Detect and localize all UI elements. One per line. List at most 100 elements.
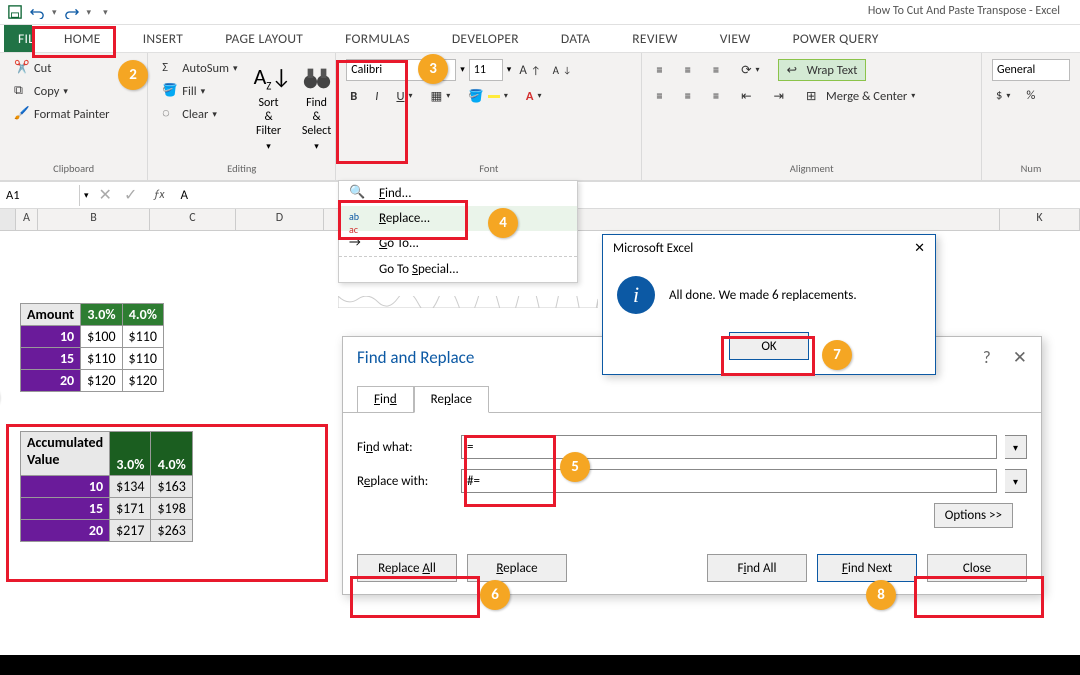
close-x-button[interactable]: ✕ bbox=[1013, 347, 1027, 368]
name-box[interactable]: A1 bbox=[0, 185, 80, 206]
tab-page-layout[interactable]: PAGE LAYOUT bbox=[215, 25, 313, 52]
col-b[interactable]: B bbox=[38, 209, 150, 230]
menu-goto-special[interactable]: Go To Special... bbox=[339, 256, 577, 282]
tab-find-dialog[interactable]: Find bbox=[357, 386, 414, 413]
replace-all-button[interactable]: Replace All bbox=[357, 554, 457, 582]
copy-icon: ⧉ bbox=[14, 83, 30, 99]
find-all-button[interactable]: Find All bbox=[707, 554, 807, 582]
menu-replace[interactable]: abacReplace... bbox=[339, 206, 577, 231]
group-label-number: Num bbox=[992, 159, 1070, 180]
ribbon: ✂️Cut ⧉Copy ▾ 🖌️Format Painter Clipboard… bbox=[0, 53, 1080, 181]
save-icon[interactable] bbox=[8, 5, 22, 19]
italic-button[interactable]: I bbox=[371, 88, 382, 105]
redo-icon[interactable] bbox=[65, 5, 79, 19]
fx-icon[interactable]: ƒx bbox=[143, 188, 174, 202]
group-editing: ΣAutoSum ▾ 🪣Fill ▾ ◌Clear ▾ AZ↓ Sort & F… bbox=[148, 53, 336, 180]
table2-header[interactable]: Accumulated Value bbox=[21, 432, 110, 476]
msgbox-ok-button[interactable]: OK bbox=[729, 332, 809, 360]
badge-8: 8 bbox=[866, 580, 896, 610]
bold-button[interactable]: B bbox=[346, 88, 361, 105]
group-label-font: Font bbox=[346, 159, 631, 180]
badge-7: 7 bbox=[822, 340, 852, 370]
clear-button[interactable]: ◌Clear ▾ bbox=[158, 105, 241, 123]
decrease-font-button[interactable]: A↓ bbox=[549, 59, 576, 81]
find-select-button[interactable]: Find & Select▾ bbox=[296, 59, 338, 156]
font-dropdown-icon[interactable]: ▾ bbox=[460, 59, 465, 81]
currency-button[interactable]: $ ▾ bbox=[992, 87, 1014, 104]
font-size-select[interactable] bbox=[469, 59, 503, 81]
merge-center-button[interactable]: ⊞Merge & Center ▾ bbox=[802, 87, 919, 105]
replace-with-input[interactable] bbox=[461, 469, 997, 493]
sort-filter-button[interactable]: AZ↓ Sort & Filter▾ bbox=[248, 59, 290, 156]
align-left-button[interactable]: ≡ bbox=[652, 88, 666, 105]
msgbox-close-icon[interactable]: ✕ bbox=[914, 241, 925, 256]
formula-text[interactable]: A bbox=[175, 188, 190, 203]
tab-insert[interactable]: INSERT bbox=[133, 25, 194, 52]
table2-pct1[interactable]: 3.0% bbox=[110, 432, 151, 476]
decrease-indent-button[interactable]: ⇤ bbox=[737, 87, 755, 105]
sigma-icon: Σ bbox=[162, 60, 178, 76]
format-painter-button[interactable]: 🖌️Format Painter bbox=[10, 105, 137, 123]
undo-dropdown-icon[interactable]: ▾ bbox=[52, 7, 57, 18]
align-middle-button[interactable]: ≡ bbox=[681, 62, 695, 79]
copy-button[interactable]: ⧉Copy ▾ bbox=[10, 82, 137, 100]
borders-button[interactable]: ▦ ▾ bbox=[426, 87, 454, 105]
window-title: How To Cut And Paste Transpose - Excel bbox=[868, 4, 1060, 18]
find-history-dropdown[interactable]: ▾ bbox=[1005, 435, 1027, 459]
find-what-input[interactable] bbox=[461, 435, 997, 459]
size-dropdown-icon[interactable]: ▾ bbox=[507, 59, 512, 81]
col-a[interactable]: A bbox=[16, 209, 38, 230]
tab-replace-dialog[interactable]: Replace bbox=[414, 386, 489, 413]
percent-button[interactable]: % bbox=[1022, 87, 1039, 104]
autosum-button[interactable]: ΣAutoSum ▾ bbox=[158, 59, 241, 77]
options-button[interactable]: Options >> bbox=[934, 503, 1013, 528]
group-alignment: ≡ ≡ ≡ ⟳▾ ↩Wrap Text ≡ ≡ ≡ ⇤ ⇥ ⊞Merge & C… bbox=[642, 53, 982, 180]
tab-data[interactable]: DATA bbox=[551, 25, 600, 52]
align-top-button[interactable]: ≡ bbox=[652, 62, 666, 79]
tab-review[interactable]: REVIEW bbox=[622, 25, 687, 52]
tab-power-query[interactable]: POWER QUERY bbox=[783, 25, 889, 52]
table1-header[interactable]: Amount bbox=[21, 304, 81, 326]
table1-pct2[interactable]: 4.0% bbox=[122, 304, 163, 326]
fill-color-button[interactable]: 🪣 ▾ bbox=[464, 88, 512, 105]
wrap-text-button[interactable]: ↩Wrap Text bbox=[778, 59, 867, 81]
menu-find[interactable]: 🔍FFind...ind... bbox=[339, 181, 577, 206]
group-font: ▾ ▾ A↑ A↓ B I U ▾ ▦ ▾ 🪣 ▾ A ▾ Font bbox=[336, 53, 642, 180]
replace-button[interactable]: Replace bbox=[467, 554, 567, 582]
table1-pct1[interactable]: 3.0% bbox=[81, 304, 122, 326]
arrow-icon: → bbox=[349, 235, 367, 253]
redo-dropdown-icon[interactable]: ▾ bbox=[87, 7, 92, 18]
enter-icon[interactable]: ✓ bbox=[118, 185, 143, 205]
col-c[interactable]: C bbox=[150, 209, 236, 230]
cancel-icon[interactable]: ✕ bbox=[93, 185, 118, 205]
sort-icon: AZ↓ bbox=[254, 63, 284, 93]
align-center-button[interactable]: ≡ bbox=[681, 88, 695, 105]
font-color-button[interactable]: A ▾ bbox=[522, 88, 546, 105]
tab-developer[interactable]: DEVELOPER bbox=[442, 25, 529, 52]
tab-formulas[interactable]: FORMULAS bbox=[335, 25, 420, 52]
increase-indent-button[interactable]: ⇥ bbox=[770, 87, 788, 105]
help-button[interactable]: ? bbox=[983, 347, 991, 368]
qat-customize-icon[interactable]: ▾ bbox=[103, 7, 108, 18]
select-all-corner[interactable] bbox=[0, 209, 16, 230]
underline-button[interactable]: U ▾ bbox=[392, 88, 416, 105]
fill-button[interactable]: 🪣Fill ▾ bbox=[158, 82, 241, 100]
badge-5: 5 bbox=[560, 452, 590, 482]
namebox-dropdown-icon[interactable]: ▾ bbox=[80, 190, 93, 201]
tab-home[interactable]: HOME bbox=[54, 25, 111, 52]
close-button[interactable]: Close bbox=[927, 554, 1027, 582]
orientation-button[interactable]: ⟳▾ bbox=[737, 61, 764, 79]
col-d[interactable]: D bbox=[236, 209, 324, 230]
table2-pct2[interactable]: 4.0% bbox=[151, 432, 192, 476]
find-next-button[interactable]: Find Next bbox=[817, 554, 917, 582]
undo-icon[interactable] bbox=[30, 5, 44, 19]
tab-view[interactable]: VIEW bbox=[710, 25, 761, 52]
col-k[interactable]: K bbox=[1000, 209, 1080, 230]
align-right-button[interactable]: ≡ bbox=[709, 88, 723, 105]
number-format-select[interactable] bbox=[992, 59, 1070, 81]
tab-file[interactable]: FILE bbox=[4, 25, 32, 52]
align-bottom-button[interactable]: ≡ bbox=[709, 62, 723, 79]
replace-history-dropdown[interactable]: ▾ bbox=[1005, 469, 1027, 493]
increase-font-button[interactable]: A↑ bbox=[515, 59, 544, 81]
menu-goto[interactable]: →Go To... bbox=[339, 231, 577, 256]
